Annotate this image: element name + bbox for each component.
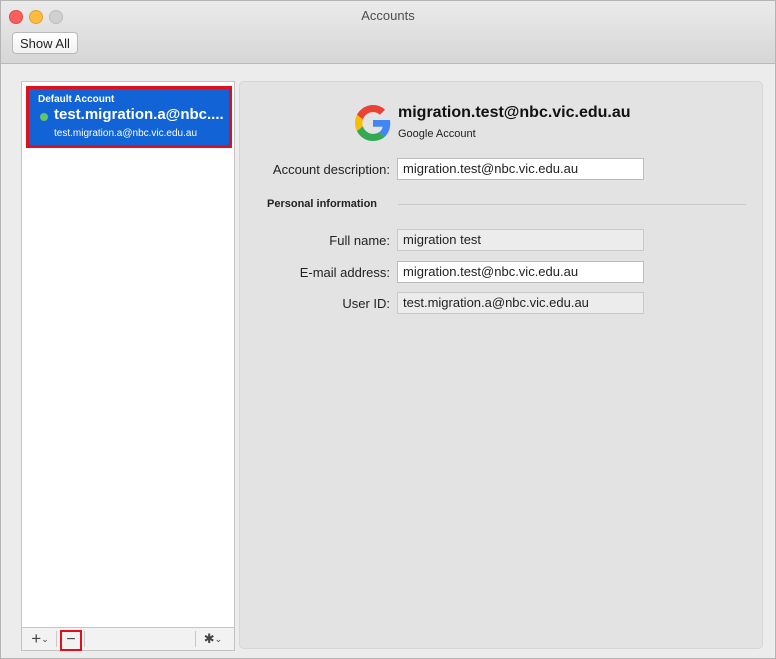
title-bar: Accounts Show All — [1, 1, 775, 64]
window-title: Accounts — [361, 8, 415, 23]
status-dot-icon — [40, 113, 48, 121]
accounts-list-pane: Default Account test.migration.a@nbc....… — [21, 81, 235, 651]
footer-divider — [56, 631, 57, 647]
gear-icon: ✱ — [203, 631, 215, 646]
full-name-label: Full name: — [329, 233, 390, 248]
email-address-label: E-mail address: — [299, 265, 390, 280]
account-name: test.migration.a@nbc.... — [54, 106, 224, 123]
plus-icon: + — [31, 629, 42, 648]
user-id-label: User ID: — [342, 296, 390, 311]
email-address-input[interactable]: migration.test@nbc.vic.edu.au — [397, 261, 644, 283]
account-actions-button[interactable]: ✱⌄ — [198, 628, 228, 650]
account-description-input[interactable]: migration.test@nbc.vic.edu.au — [397, 158, 644, 180]
add-account-button[interactable]: +⌄ — [26, 628, 54, 650]
full-name-field: migration test — [397, 229, 644, 251]
account-email: test.migration.a@nbc.vic.edu.au — [54, 128, 198, 139]
show-all-button[interactable]: Show All — [12, 32, 78, 54]
footer-divider — [195, 631, 196, 647]
account-list-item[interactable]: Default Account test.migration.a@nbc....… — [26, 86, 232, 148]
footer-divider — [84, 631, 85, 647]
minus-icon: − — [66, 631, 76, 648]
user-id-field: test.migration.a@nbc.vic.edu.au — [397, 292, 644, 314]
google-logo-icon — [355, 105, 391, 141]
account-header-email: migration.test@nbc.vic.edu.au — [398, 104, 631, 121]
section-divider — [398, 204, 746, 205]
account-description-label: Account description: — [272, 162, 390, 177]
chevron-down-icon: ⌄ — [41, 634, 49, 644]
accounts-list-footer: +⌄ − ✱⌄ — [22, 627, 234, 651]
remove-account-button[interactable]: − — [60, 630, 82, 651]
chevron-down-icon: ⌄ — [214, 634, 223, 644]
accounts-window: Accounts Show All Default Account test.m… — [0, 0, 776, 659]
account-detail-pane: migration.test@nbc.vic.edu.au Google Acc… — [239, 81, 763, 649]
personal-information-heading: Personal information — [267, 198, 378, 210]
account-group-label: Default Account — [38, 94, 115, 105]
account-type-label: Google Account — [398, 128, 476, 140]
